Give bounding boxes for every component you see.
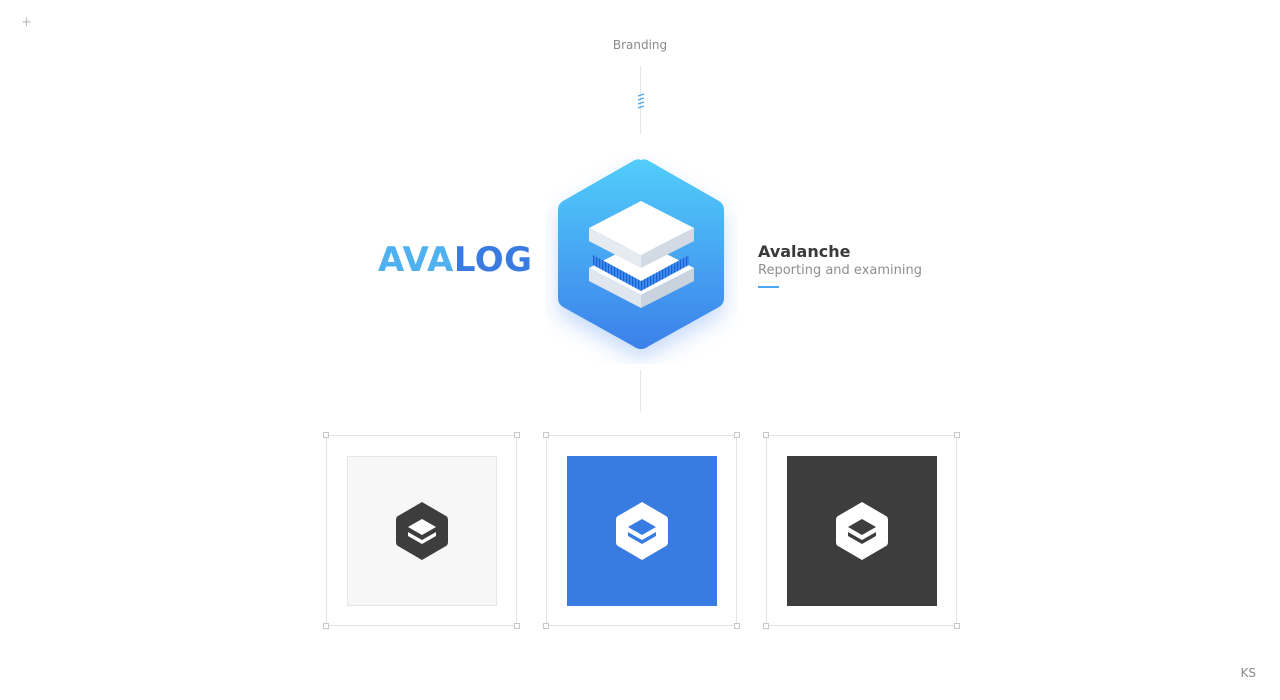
layered-hexagon-icon <box>616 502 668 560</box>
branding-board: + Branding AVALOG Avalanche Reporting an… <box>0 0 1280 700</box>
wordmark-part-ava: AVA <box>378 240 454 280</box>
brand-info: Avalanche Reporting and examining <box>758 242 922 288</box>
author-initials: KS <box>1240 666 1257 680</box>
logo-variant-light[interactable] <box>323 432 520 629</box>
layered-hexagon-icon <box>558 159 724 349</box>
logo-variant-dark[interactable] <box>763 432 960 629</box>
resize-handle[interactable] <box>763 432 769 438</box>
resize-handle[interactable] <box>734 623 740 629</box>
swatch-light <box>347 456 497 606</box>
resize-handle[interactable] <box>543 623 549 629</box>
resize-handle[interactable] <box>323 623 329 629</box>
resize-handle[interactable] <box>954 623 960 629</box>
add-icon[interactable]: + <box>21 16 32 29</box>
logo-variant-blue[interactable] <box>543 432 740 629</box>
section-title: Branding <box>612 38 668 52</box>
brand-tagline: Reporting and examining <box>758 263 922 278</box>
layered-hexagon-icon <box>836 502 888 560</box>
resize-handle[interactable] <box>954 432 960 438</box>
wordmark-part-log: LOG <box>453 240 533 280</box>
resize-handle[interactable] <box>323 432 329 438</box>
accent-underline <box>758 286 779 288</box>
swatch-dark <box>787 456 937 606</box>
resize-handle[interactable] <box>514 432 520 438</box>
resize-handle[interactable] <box>514 623 520 629</box>
wordmark-logo: AVALOG <box>378 240 533 280</box>
resize-handle[interactable] <box>543 432 549 438</box>
resize-handle[interactable] <box>763 623 769 629</box>
layered-hexagon-icon <box>396 502 448 560</box>
swatch-blue <box>567 456 717 606</box>
zigzag-icon <box>637 93 645 109</box>
connector-line-bottom <box>640 370 641 412</box>
brand-name: Avalanche <box>758 242 851 261</box>
resize-handle[interactable] <box>734 432 740 438</box>
